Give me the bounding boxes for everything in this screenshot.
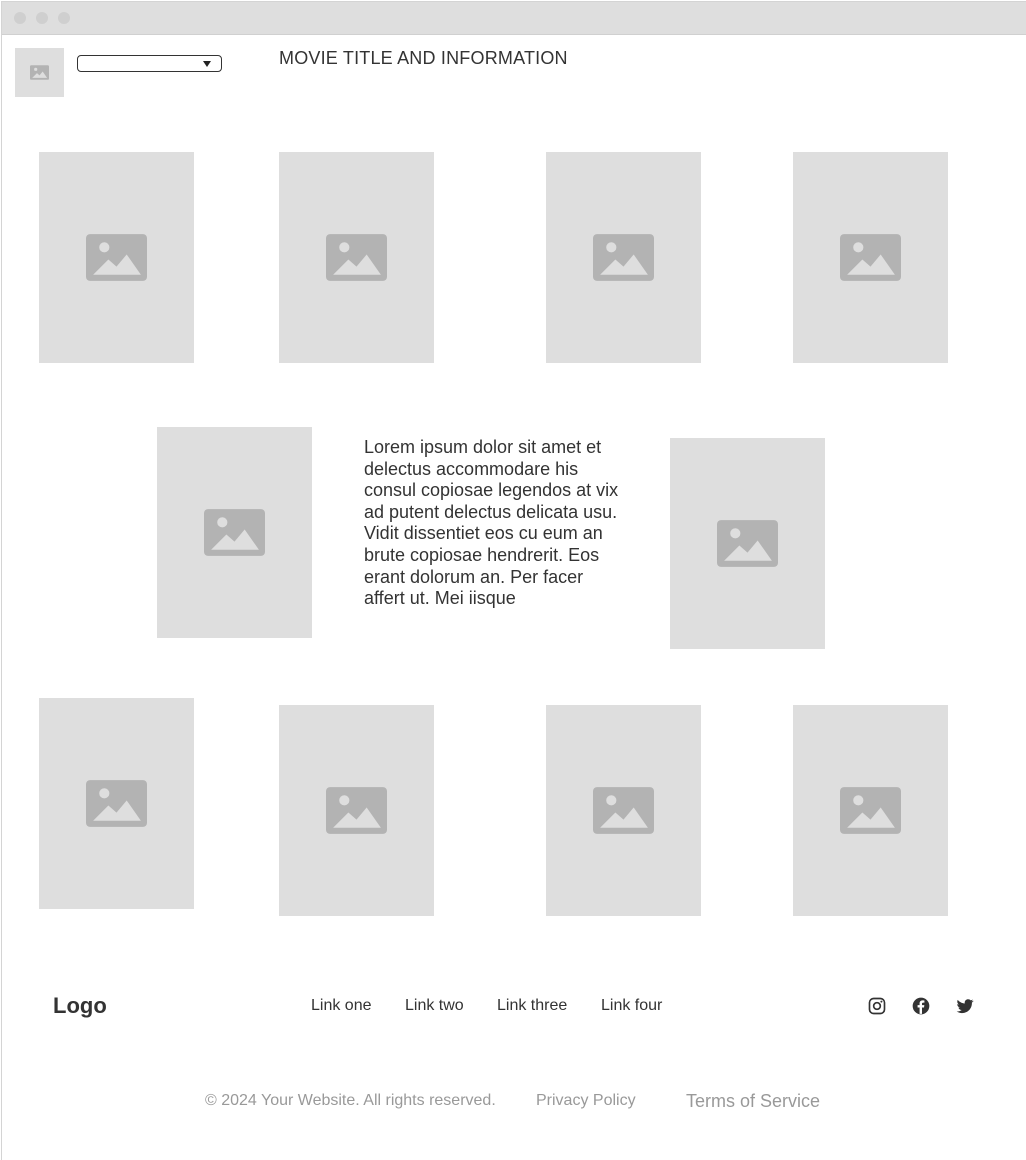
image-placeholder-icon [593,787,654,834]
terms-of-service-link[interactable]: Terms of Service [686,1091,820,1112]
feature-image-right[interactable] [670,438,825,649]
movie-poster[interactable] [279,152,434,363]
window-titlebar [2,2,1026,35]
image-placeholder-icon [326,234,387,281]
footer-link-two[interactable]: Link two [405,997,464,1015]
image-placeholder-icon [86,234,147,281]
instagram-icon[interactable] [867,996,887,1016]
twitter-icon[interactable] [955,996,975,1016]
movie-description: Lorem ipsum dolor sit amet et delectus a… [364,437,619,609]
image-placeholder-icon [30,65,49,80]
image-placeholder-icon [840,787,901,834]
feature-image-left[interactable] [157,427,312,638]
image-placeholder-icon [840,234,901,281]
window-maximize-button[interactable] [58,12,70,24]
movie-poster[interactable] [793,152,948,363]
window-close-button[interactable] [14,12,26,24]
movie-poster[interactable] [279,705,434,916]
image-placeholder-icon [593,234,654,281]
movie-poster[interactable] [546,705,701,916]
image-placeholder-icon [204,509,265,556]
header-logo-image [15,48,64,97]
copyright-text: © 2024 Your Website. All rights reserved… [205,1092,496,1109]
movie-poster[interactable] [39,152,194,363]
image-placeholder-icon [326,787,387,834]
window-minimize-button[interactable] [36,12,48,24]
footer-link-three[interactable]: Link three [497,997,567,1015]
movie-poster[interactable] [546,152,701,363]
footer-logo[interactable]: Logo [53,993,107,1019]
category-dropdown[interactable] [77,55,222,72]
footer-link-one[interactable]: Link one [311,997,372,1015]
footer-link-four[interactable]: Link four [601,997,662,1015]
caret-down-icon [203,61,211,67]
privacy-policy-link[interactable]: Privacy Policy [536,1092,636,1110]
movie-poster[interactable] [793,705,948,916]
page-title: MOVIE TITLE AND INFORMATION [279,48,568,68]
image-placeholder-icon [717,520,778,567]
movie-poster[interactable] [39,698,194,909]
image-placeholder-icon [86,780,147,827]
facebook-icon[interactable] [911,996,931,1016]
